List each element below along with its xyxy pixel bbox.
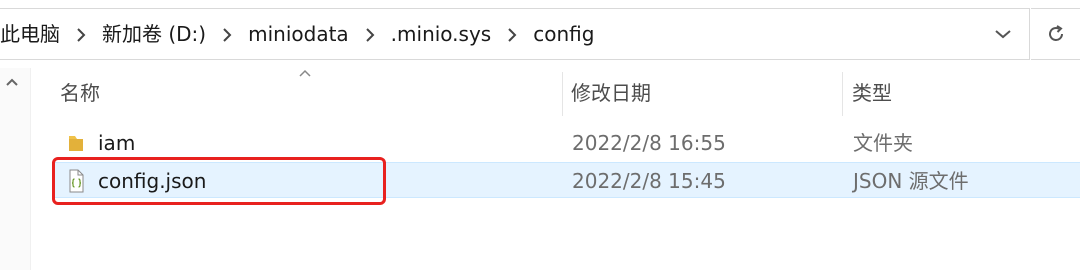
breadcrumb-item-drive-d[interactable]: 新加卷 (D:) <box>102 9 206 59</box>
breadcrumb-item-config[interactable]: config <box>533 9 594 59</box>
column-header-name[interactable]: 名称 <box>60 68 100 118</box>
folder-icon <box>69 136 83 151</box>
column-header-type[interactable]: 类型 <box>852 68 892 118</box>
breadcrumb: 此电脑 新加卷 (D:) miniodata .minio.sys config <box>0 9 594 59</box>
sort-ascending-icon <box>299 69 311 77</box>
breadcrumb-item-miniodata[interactable]: miniodata <box>248 9 349 59</box>
address-bar[interactable]: 此电脑 新加卷 (D:) miniodata .minio.sys config <box>0 8 1030 60</box>
file-row-iam[interactable]: iam 2022/2/8 16:55 文件夹 <box>52 125 1080 161</box>
file-date-modified: 2022/2/8 15:45 <box>572 169 726 193</box>
column-header <box>30 68 1080 120</box>
file-type: JSON 源文件 <box>853 169 969 193</box>
chevron-down-icon <box>995 30 1011 39</box>
file-date-modified: 2022/2/8 16:55 <box>572 131 726 155</box>
column-divider[interactable] <box>842 72 843 116</box>
file-name: iam <box>98 131 136 155</box>
refresh-icon <box>1048 25 1063 41</box>
chevron-right-icon[interactable] <box>349 25 391 44</box>
chevron-right-icon[interactable] <box>60 25 102 44</box>
navigation-pane <box>0 68 31 270</box>
column-header-date-modified[interactable]: 修改日期 <box>571 68 651 118</box>
address-history-dropdown[interactable] <box>977 9 1029 59</box>
breadcrumb-item-minio-sys[interactable]: .minio.sys <box>391 9 492 59</box>
column-divider[interactable] <box>562 72 563 116</box>
chevron-right-icon[interactable] <box>206 25 248 44</box>
highlight-annotation <box>52 157 386 205</box>
breadcrumb-item-this-pc[interactable]: 此电脑 <box>0 9 60 59</box>
scroll-up-icon[interactable] <box>4 76 20 88</box>
file-type: 文件夹 <box>853 131 913 155</box>
chevron-right-icon[interactable] <box>491 25 533 44</box>
refresh-button[interactable] <box>1031 8 1080 60</box>
